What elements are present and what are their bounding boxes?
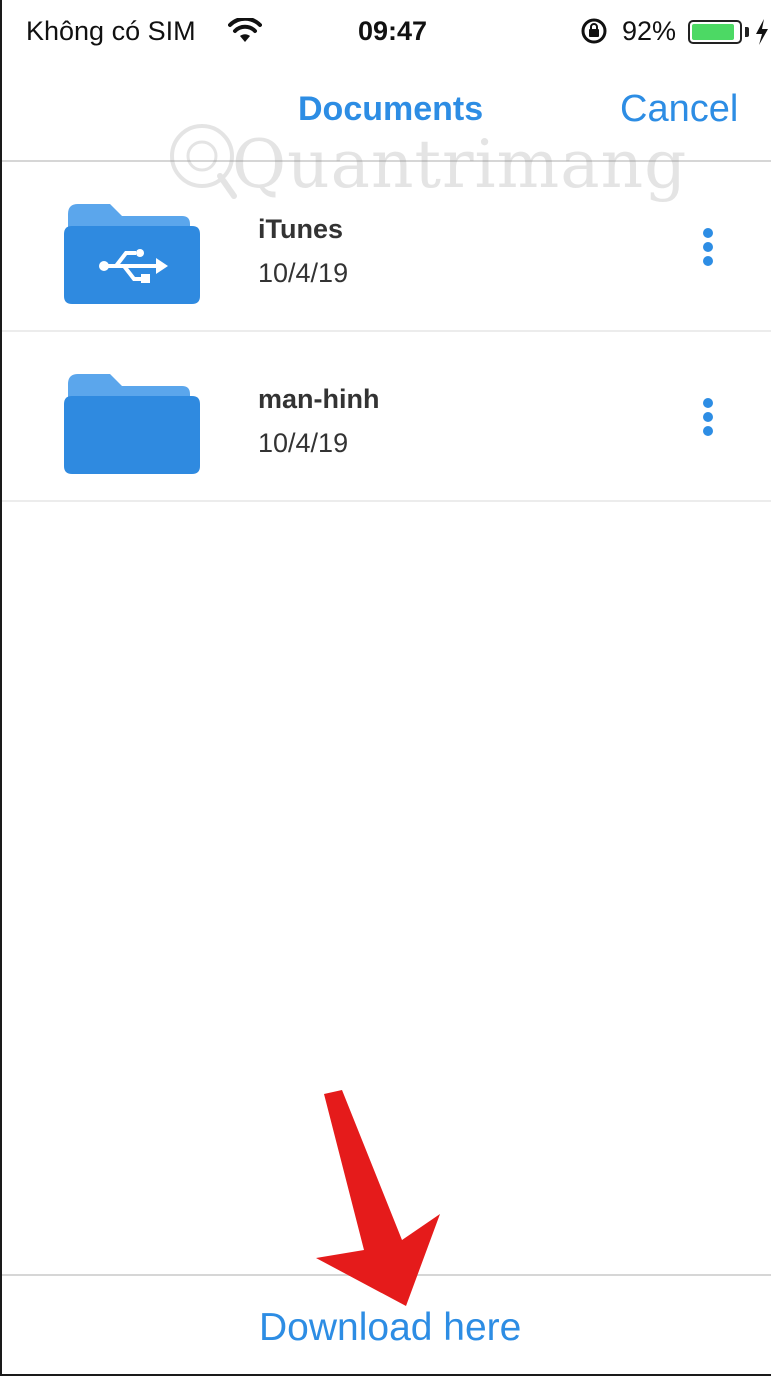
cancel-button[interactable]: Cancel — [620, 88, 738, 131]
folder-icon — [64, 366, 200, 481]
charging-icon — [754, 18, 770, 51]
clock: 09:47 — [358, 16, 428, 46]
wifi-icon — [228, 16, 262, 49]
file-name: iTunes — [258, 214, 344, 244]
download-here-button[interactable]: Download here — [259, 1306, 521, 1350]
carrier-label: Không có SIM — [26, 16, 196, 46]
navigation-bar: Documents Cancel — [2, 64, 771, 162]
bottom-bar: Download here — [2, 1274, 771, 1374]
page-title: Documents — [298, 90, 484, 128]
battery-icon — [688, 20, 742, 44]
list-item[interactable]: iTunes 10/4/19 — [2, 162, 771, 332]
battery-level — [692, 24, 735, 40]
file-date: 10/4/19 — [258, 258, 349, 288]
battery-tip — [745, 27, 749, 37]
more-options-icon[interactable] — [696, 228, 720, 272]
file-name: man-hinh — [258, 384, 380, 414]
usb-folder-icon — [64, 196, 200, 311]
file-date: 10/4/19 — [258, 428, 349, 458]
file-list: iTunes 10/4/19 man-hinh 10/4/19 — [2, 162, 771, 502]
battery-percent: 92% — [622, 16, 677, 46]
rotation-lock-icon — [580, 17, 608, 50]
status-bar: Không có SIM 09:47 92% — [2, 0, 771, 64]
list-item[interactable]: man-hinh 10/4/19 — [2, 332, 771, 502]
screen: Không có SIM 09:47 92% Documents Cancel … — [0, 0, 771, 1376]
more-options-icon[interactable] — [696, 398, 720, 442]
